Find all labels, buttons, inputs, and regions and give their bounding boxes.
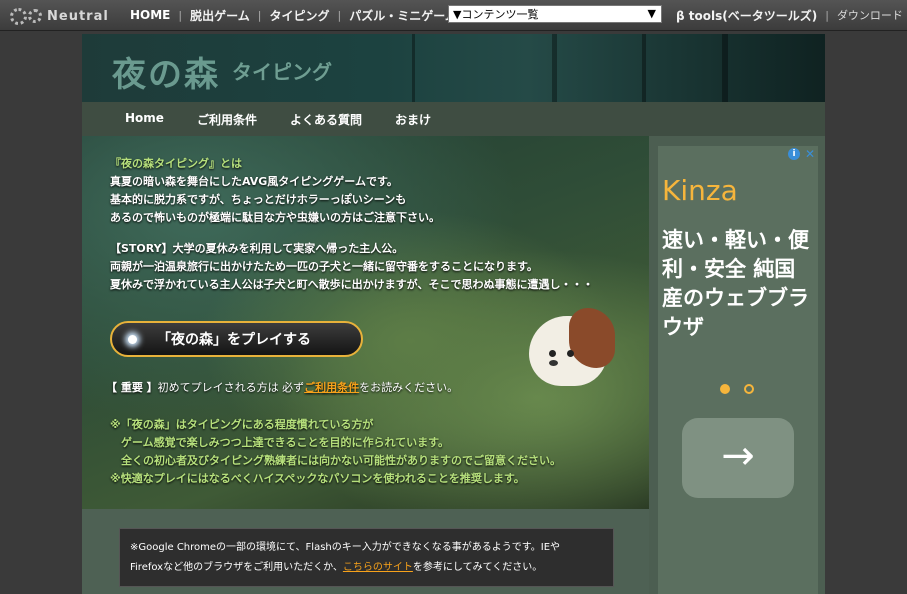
main-menu: Home ご利用条件 よくある質問 おまけ [82,102,825,136]
story-line: 両親が一泊温泉旅行に出かけたため一匹の子犬と一緒に留守番をすることになります。 [110,260,538,273]
play-button[interactable]: 「夜の森」をプレイする [110,321,363,357]
carousel-dot[interactable] [744,384,754,394]
important-notice: 【 重要 】初めてプレイされる方は 必ずご利用条件をお読みください。 [106,379,458,395]
glow-dot-icon [128,334,137,344]
tree-decoration [722,34,728,102]
story-line: 夏休みで浮かれている主人公は子犬と町へ散歩に出かけますが、そこで思わぬ事態に遭遇… [110,278,594,291]
intro-line: 基本的に脱力系ですが、ちょっとだけホラーっぽいシーンも [110,193,407,206]
puppy-nose [549,360,558,366]
site-logo[interactable]: Neutral [10,7,109,25]
contents-select[interactable]: ▼コンテンツ一覧 ▼ [448,5,662,23]
tree-decoration [412,34,415,102]
story-text: 【STORY】大学の夏休みを利用して実家へ帰った主人公。 両親が一泊温泉旅行に出… [110,240,593,294]
nav-separator: | [337,8,342,22]
nav-beta-tools-link[interactable]: β tools(ベータツールズ) [676,7,817,24]
notice-site-link[interactable]: こちらのサイト [343,562,413,573]
terms-link[interactable]: ご利用条件 [304,381,359,394]
menu-home[interactable]: Home [125,111,164,125]
nav-download-link[interactable]: ダウンロード [837,7,903,23]
important-tag: 【 重要 】 [106,381,158,394]
puppy-eye [549,350,556,357]
notice-text-after: を参考にしてみてください。 [412,562,543,573]
site-subtitle: タイピング [232,60,332,84]
note-line: ※「夜の森」はタイピングにある程度慣れている方が [110,418,374,431]
gear-icon [28,9,42,23]
top-nav: HOME | 脱出ゲーム | タイピング | パズル・ミニゲーム [130,0,457,30]
right-nav: β tools(ベータツールズ) | ダウンロード | プ [676,0,907,30]
menu-terms[interactable]: ご利用条件 [197,111,257,128]
puppy-ear [569,308,615,368]
ad-headline: 速い・軽い・便利・安全 純国産のウェブブラウザ [662,228,809,339]
ad-info-icon[interactable]: i [788,148,800,160]
top-bar: Neutral HOME | 脱出ゲーム | タイピング | パズル・ミニゲーム… [0,0,907,31]
story-line: 【STORY】大学の夏休みを利用して実家へ帰った主人公。 [110,242,404,255]
intro-line: 真夏の暗い森を舞台にしたAVG風タイピングゲームです。 [110,175,398,188]
ad-brand: Kinza [662,174,738,207]
ad-next-button[interactable]: → [682,418,794,498]
tree-decoration [552,34,557,102]
puppy-illustration [519,304,619,394]
ad-banner[interactable]: i ✕ Kinza 速い・軽い・便利・安全 純国産のウェブブラウザ → [658,146,818,594]
puppy-eye [567,350,574,357]
note-line: ゲーム感覚で楽しみつつ上達できることを目的に作られています。 [110,436,450,449]
header-banner: 夜の森 タイピング [82,34,825,102]
gear-icon [10,7,27,25]
tree-decoration [642,34,646,102]
note-line: ※快適なプレイにはなるべくハイスペックなパソコンを使われることを推奨します。 [110,472,525,485]
chrome-notice-box: ※Google Chromeの一部の環境にて、Flashのキー入力ができなくなる… [119,528,614,587]
nav-home-link[interactable]: HOME [130,8,170,22]
nav-separator: | [178,8,183,22]
notice-line: Firefoxなど他のブラウザをご利用いただくか、こちらのサイトを参考にしてみて… [130,558,603,578]
site-title[interactable]: 夜の森 [112,47,220,96]
page-container: 夜の森 タイピング Home ご利用条件 よくある質問 おまけ 『夜の森タイピン… [82,34,825,594]
contents-select-value: ▼コンテンツ一覧 [453,8,539,21]
ad-sidebar: i ✕ Kinza 速い・軽い・便利・安全 純国産のウェブブラウザ → [649,136,825,594]
intro-line: あるので怖いものが極端に駄目な方や虫嫌いの方はご注意下さい。 [110,211,440,224]
nav-puzzle-link[interactable]: パズル・ミニゲーム [349,7,457,24]
dropdown-arrow-icon: ▼ [647,7,656,20]
important-text-after: をお読みください。 [359,381,459,394]
nav-separator: | [825,8,829,22]
play-button-label: 「夜の森」をプレイする [157,332,311,348]
carousel-dot-active[interactable] [720,384,730,394]
nav-separator: | [257,8,262,22]
ad-carousel-dots [720,384,754,394]
ad-close-icon[interactable]: ✕ [805,147,815,161]
arrow-right-icon: → [721,433,755,479]
important-text: 初めてプレイされる方は 必ず [157,381,305,394]
nav-escape-games-link[interactable]: 脱出ゲーム [190,7,250,24]
intro-text: 『夜の森タイピング』とは 真夏の暗い森を舞台にしたAVG風タイピングゲームです。… [110,155,440,227]
hero-section: 『夜の森タイピング』とは 真夏の暗い森を舞台にしたAVG風タイピングゲームです。… [82,136,649,509]
logo-text: Neutral [47,8,109,24]
intro-heading: 『夜の森タイピング』とは [110,157,242,170]
notice-text: Firefoxなど他のブラウザをご利用いただくか、 [130,562,343,573]
nav-typing-link[interactable]: タイピング [269,7,329,24]
menu-faq[interactable]: よくある質問 [290,111,362,128]
note-line: 全くの初心者及びタイピング熟練者には向かない可能性がありますのでご留意ください。 [110,454,561,467]
notice-line: ※Google Chromeの一部の環境にて、Flashのキー入力ができなくなる… [130,542,561,553]
notes-text: ※「夜の森」はタイピングにある程度慣れている方が ゲーム感覚で楽しみつつ上達でき… [110,416,561,488]
menu-extras[interactable]: おまけ [395,111,431,128]
